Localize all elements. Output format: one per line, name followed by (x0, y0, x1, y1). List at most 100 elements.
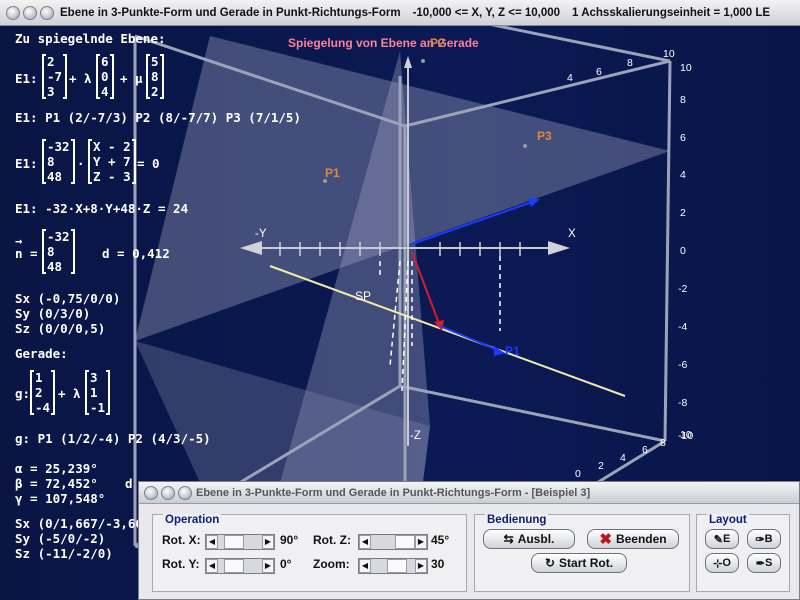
plane-vector-c: 582 (146, 54, 164, 99)
rot-y-value: 0° (280, 557, 292, 571)
tick-right-0: 10 (680, 62, 692, 74)
plus-lambda: + λ (69, 71, 92, 86)
rot-y-right-arrow[interactable]: ▶ (262, 559, 274, 573)
rot-x-label: Rot. X: (162, 533, 201, 547)
z-axis-arrow (404, 56, 412, 68)
zoom-thumb[interactable] (387, 559, 407, 573)
coord-form: E1: -32·X+8·Y+48·Z = 24 (15, 201, 189, 216)
zoom-scrollbar[interactable]: ◀ ▶ (358, 558, 428, 574)
tick-right-3: 4 (680, 169, 686, 181)
rot-y-left-arrow[interactable]: ◀ (206, 559, 218, 573)
tick-top-2: 8 (627, 57, 633, 69)
tick-bottom-1: 2 (598, 460, 604, 472)
n-label: n = (15, 246, 38, 261)
tick-top-1: 6 (596, 66, 602, 78)
rot-x-thumb[interactable] (224, 535, 244, 549)
line-vector-b: 3 1 -1 (85, 370, 111, 415)
label-p3: P3 (537, 129, 552, 143)
zoom-left-arrow[interactable]: ◀ (359, 559, 371, 573)
tick-bottom-5: 10 (680, 429, 692, 441)
tick-top-0: 4 (567, 72, 573, 84)
operation-group: Operation Rot. X: ◀ ▶ 90° Rot. Y: ◀ ▶ 0°… (152, 514, 467, 592)
layout-e-button[interactable]: ✎ E (705, 529, 739, 549)
rot-z-scrollbar[interactable]: ◀ ▶ (358, 534, 428, 550)
rot-z-left-arrow[interactable]: ◀ (359, 535, 371, 549)
label-p1: P1 (325, 166, 340, 180)
tick-bottom-4: 8 (660, 437, 666, 449)
line-plus-lambda: + λ (58, 386, 81, 401)
beenden-button[interactable]: ✖ Beenden (587, 529, 679, 549)
zoom-right-arrow[interactable]: ▶ (415, 559, 427, 573)
bedienung-group: Bedienung ⇆ Ausbl. ✖ Beenden ↻ Start Rot… (474, 514, 690, 592)
sx-plane: Sx (-0,75/0/0) (15, 291, 121, 306)
plane-points: E1: P1 (2/-7/3) P2 (8/-7/7) P3 (7/1/5) (15, 110, 301, 125)
control-title: Ebene in 3-Punkte-Form und Gerade in Pun… (196, 486, 591, 499)
rot-z-label: Rot. Z: (313, 533, 351, 547)
window-title: Ebene in 3-Punkte-Form und Gerade in Pun… (60, 6, 401, 19)
tick-right-7: -4 (678, 321, 688, 333)
e1-label-vec: E1: (15, 71, 38, 86)
layout-o-button[interactable]: ⊹ O (705, 553, 739, 573)
plane-heading: Zu spiegelnde Ebene: (15, 31, 166, 46)
eq-zero: = 0 (137, 156, 160, 171)
label-p1-line: P1 (505, 344, 520, 358)
control-title-bar: Ebene in 3-Punkte-Form und Gerade in Pun… (139, 482, 799, 504)
minimize-button[interactable] (23, 5, 37, 20)
rot-x-left-arrow[interactable]: ◀ (206, 535, 218, 549)
sy-line: Sy (-5/0/-2) (15, 531, 106, 546)
hide-icon: ⇆ (503, 532, 514, 546)
close-button[interactable] (6, 5, 20, 20)
control-close-button[interactable] (144, 485, 158, 500)
plus-mu: + μ (120, 71, 143, 86)
rotate-icon: ↻ (544, 556, 556, 570)
sx-line: Sx (0/1,667/-3,667 (15, 516, 151, 531)
tick-right-1: 8 (680, 94, 686, 106)
point-p3 (523, 144, 527, 148)
xyz-vector: X - 2Y + 7Z - 3 (88, 139, 136, 184)
tick-top-3: 10 (663, 48, 675, 60)
maximize-button[interactable] (40, 5, 54, 20)
window-range: -10,000 <= X, Y, Z <= 10,000 (412, 6, 561, 19)
rot-x-scrollbar[interactable]: ◀ ▶ (205, 534, 275, 550)
rot-z-value: 45° (431, 533, 450, 547)
operation-label: Operation (163, 514, 222, 526)
line-heading: Gerade: (15, 346, 68, 361)
dot-operator: · (77, 156, 85, 171)
tick-right-9: -8 (678, 397, 688, 409)
label-p2: P2 (430, 36, 445, 50)
sz-plane: Sz (0/0/0,5) (15, 321, 106, 336)
sy-plane: Sy (0/3/0) (15, 306, 91, 321)
tick-right-2: 6 (680, 132, 686, 144)
window-control-buttons (6, 5, 54, 20)
rot-z-right-arrow[interactable]: ▶ (415, 535, 427, 549)
plane-vector-a: 2 -7 3 (42, 54, 68, 99)
tick-right-4: 2 (680, 207, 686, 219)
tick-bottom-3: 6 (642, 444, 648, 456)
line-points: g: P1 (1/2/-4) P2 (4/3/-5) (15, 431, 211, 446)
tick-right-6: -2 (678, 283, 688, 295)
rot-x-value: 90° (280, 533, 299, 547)
axis-x-label: X (568, 228, 576, 240)
x-axis-arrow (548, 241, 570, 255)
normal-vector-2: -32 8 48 (42, 229, 75, 274)
normal-vector-1: -32 8 48 (42, 139, 75, 184)
layout-b-button[interactable]: ✑ B (747, 529, 781, 549)
g-label: g: (15, 386, 31, 401)
d-cut: d (125, 476, 133, 491)
d-value: d = 0,412 (102, 246, 170, 261)
ausbl-button[interactable]: ⇆ Ausbl. (483, 529, 575, 549)
point-p2 (421, 59, 425, 63)
layout-label: Layout (707, 514, 749, 526)
control-maximize-button[interactable] (178, 485, 192, 500)
scene-title: Spiegelung von Ebene an Gerade (288, 36, 479, 50)
layout-s-button[interactable]: ✒ S (747, 553, 781, 573)
main-title-bar: Ebene in 3-Punkte-Form und Gerade in Pun… (0, 0, 800, 26)
rot-y-thumb[interactable] (224, 559, 244, 573)
rot-x-right-arrow[interactable]: ▶ (262, 535, 274, 549)
control-minimize-button[interactable] (161, 485, 175, 500)
rot-y-scrollbar[interactable]: ◀ ▶ (205, 558, 275, 574)
start-rot-button[interactable]: ↻ Start Rot. (531, 553, 627, 573)
layout-group: Layout ✎ E ✑ B ⊹ O ✒ S (696, 514, 790, 592)
tick-bottom-2: 4 (620, 452, 626, 464)
rot-z-thumb[interactable] (395, 535, 415, 549)
